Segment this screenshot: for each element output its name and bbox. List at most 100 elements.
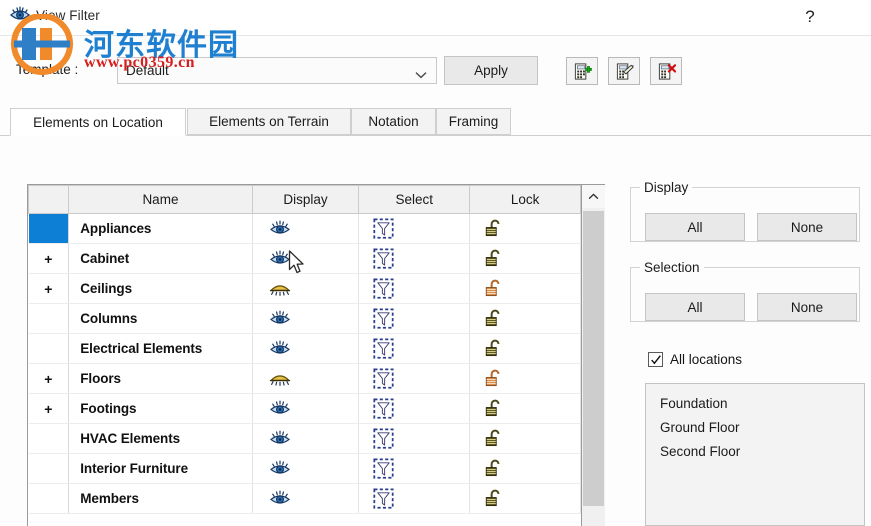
lock-open-dark-icon[interactable]	[484, 430, 505, 445]
lock-toggle[interactable]	[469, 333, 581, 364]
scroll-up-icon[interactable]	[582, 185, 605, 208]
select-toggle[interactable]	[358, 363, 471, 394]
tab-framing[interactable]: Framing	[436, 108, 511, 135]
list-item[interactable]: Second Floor	[646, 440, 864, 464]
apply-button[interactable]: Apply	[444, 56, 538, 85]
table-row[interactable]: HVAC Elements	[28, 423, 581, 454]
checkbox-box[interactable]	[648, 352, 663, 367]
list-item[interactable]: Ground Floor	[646, 416, 864, 440]
eye-open-icon[interactable]	[267, 310, 293, 325]
eye-closed-icon[interactable]	[267, 370, 293, 385]
lock-toggle[interactable]	[469, 483, 581, 514]
display-toggle[interactable]	[252, 393, 360, 424]
column-header-display[interactable]: Display	[251, 185, 360, 214]
lock-open-dark-icon[interactable]	[484, 310, 505, 325]
filter-marquee-icon[interactable]	[373, 250, 394, 265]
filter-marquee-icon[interactable]	[373, 430, 394, 445]
selection-all-button[interactable]: All	[645, 293, 745, 321]
lock-open-dark-icon[interactable]	[484, 460, 505, 475]
table-row[interactable]: Electrical Elements	[28, 333, 581, 364]
lock-toggle[interactable]	[469, 243, 581, 274]
select-toggle[interactable]	[358, 303, 471, 334]
table-row[interactable]: Appliances	[28, 213, 581, 244]
eye-open-icon[interactable]	[267, 250, 293, 265]
display-toggle[interactable]	[252, 363, 360, 394]
select-toggle[interactable]	[358, 273, 471, 304]
lock-open-orange-icon[interactable]	[484, 280, 505, 295]
lock-toggle[interactable]	[469, 363, 581, 394]
filter-marquee-icon[interactable]	[373, 460, 394, 475]
expand-toggle[interactable]	[28, 213, 70, 244]
display-toggle[interactable]	[252, 213, 360, 244]
expand-toggle[interactable]	[28, 303, 70, 334]
tab-elements-on-terrain[interactable]: Elements on Terrain	[187, 108, 351, 135]
delete-template-icon[interactable]	[650, 57, 682, 85]
lock-toggle[interactable]	[469, 303, 581, 334]
column-header-name[interactable]: Name	[68, 185, 253, 214]
lock-toggle[interactable]	[469, 393, 581, 424]
filter-marquee-icon[interactable]	[373, 280, 394, 295]
select-toggle[interactable]	[358, 423, 471, 454]
expand-toggle[interactable]: +	[28, 363, 70, 394]
lock-open-dark-icon[interactable]	[484, 490, 505, 505]
table-scrollbar[interactable]	[582, 184, 605, 526]
table-row[interactable]: + Footings	[28, 393, 581, 424]
lock-open-dark-icon[interactable]	[484, 220, 505, 235]
all-locations-checkbox[interactable]: All locations	[648, 352, 742, 367]
lock-toggle[interactable]	[469, 423, 581, 454]
filter-marquee-icon[interactable]	[373, 220, 394, 235]
table-row[interactable]: + Ceilings	[28, 273, 581, 304]
select-toggle[interactable]	[358, 453, 471, 484]
expand-toggle[interactable]: +	[28, 393, 70, 424]
expand-toggle[interactable]: +	[28, 243, 70, 274]
expand-toggle[interactable]	[28, 483, 70, 514]
select-toggle[interactable]	[358, 393, 471, 424]
eye-open-icon[interactable]	[267, 400, 293, 415]
lock-open-dark-icon[interactable]	[484, 250, 505, 265]
select-toggle[interactable]	[358, 483, 471, 514]
filter-marquee-icon[interactable]	[373, 400, 394, 415]
display-toggle[interactable]	[252, 273, 360, 304]
expand-toggle[interactable]	[28, 333, 70, 364]
expand-toggle[interactable]	[28, 453, 70, 484]
eye-open-icon[interactable]	[267, 490, 293, 505]
table-row[interactable]: + Floors	[28, 363, 581, 394]
eye-open-icon[interactable]	[267, 430, 293, 445]
tab-elements-on-location[interactable]: Elements on Location	[10, 108, 186, 136]
display-none-button[interactable]: None	[757, 213, 857, 241]
filter-marquee-icon[interactable]	[373, 310, 394, 325]
expand-toggle[interactable]: +	[28, 273, 70, 304]
list-item[interactable]: Foundation	[646, 392, 864, 416]
display-toggle[interactable]	[252, 453, 360, 484]
table-row[interactable]: + Cabinet	[28, 243, 581, 274]
new-template-icon[interactable]	[566, 57, 598, 85]
display-toggle[interactable]	[252, 243, 360, 274]
select-toggle[interactable]	[358, 213, 471, 244]
display-toggle[interactable]	[252, 333, 360, 364]
column-header-expand[interactable]	[28, 185, 70, 214]
lock-open-dark-icon[interactable]	[484, 400, 505, 415]
eye-open-icon[interactable]	[267, 460, 293, 475]
table-row[interactable]: Interior Furniture	[28, 453, 581, 484]
display-toggle[interactable]	[252, 423, 360, 454]
display-toggle[interactable]	[252, 303, 360, 334]
help-button[interactable]: ?	[797, 4, 823, 30]
filter-marquee-icon[interactable]	[373, 370, 394, 385]
selection-none-button[interactable]: None	[757, 293, 857, 321]
template-dropdown[interactable]: Default	[117, 57, 437, 84]
lock-open-dark-icon[interactable]	[484, 340, 505, 355]
scrollbar-thumb[interactable]	[583, 211, 604, 506]
lock-toggle[interactable]	[469, 453, 581, 484]
eye-open-icon[interactable]	[267, 220, 293, 235]
expand-toggle[interactable]	[28, 423, 70, 454]
table-row[interactable]: Columns	[28, 303, 581, 334]
eye-closed-icon[interactable]	[267, 280, 293, 295]
column-header-select[interactable]: Select	[358, 185, 471, 214]
display-toggle[interactable]	[252, 483, 360, 514]
select-toggle[interactable]	[358, 243, 471, 274]
tab-notation[interactable]: Notation	[351, 108, 436, 135]
select-toggle[interactable]	[358, 333, 471, 364]
lock-open-orange-icon[interactable]	[484, 370, 505, 385]
edit-template-icon[interactable]	[608, 57, 640, 85]
eye-open-icon[interactable]	[267, 340, 293, 355]
